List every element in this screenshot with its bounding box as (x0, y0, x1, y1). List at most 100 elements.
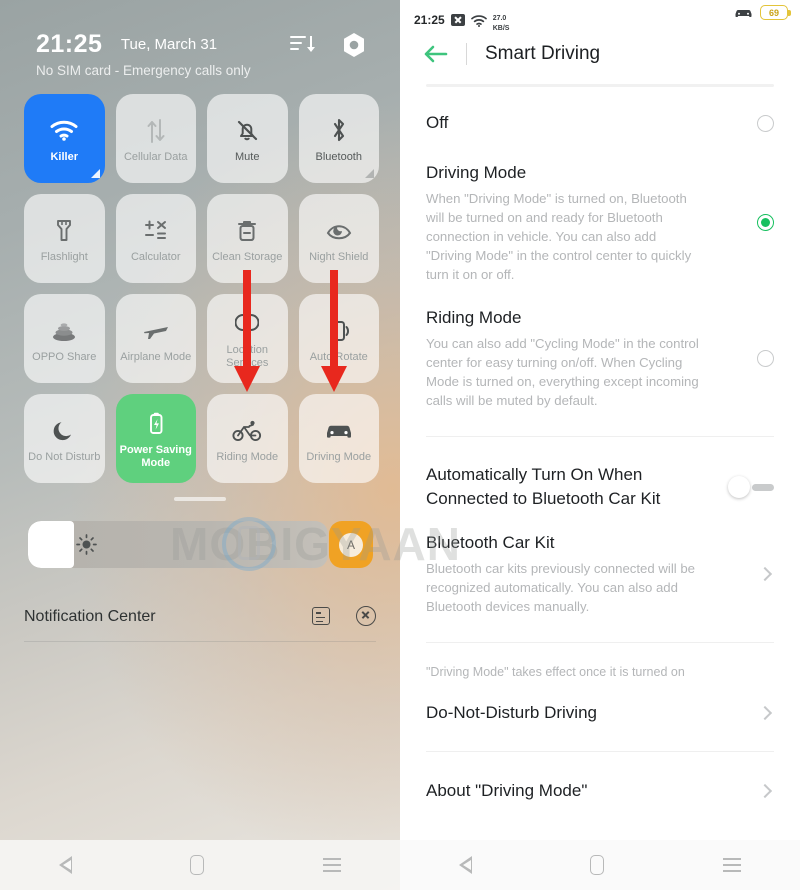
tile-mute[interactable]: Mute (207, 94, 288, 183)
sim-status-label: No SIM card - Emergency calls only (36, 63, 251, 78)
tile-label: Clean Storage (212, 250, 283, 263)
screenshot-root: 21:25 Tue, March 31 No SIM card - Emerge… (0, 0, 800, 890)
wifi-icon (470, 14, 487, 27)
auto-brightness-label: A (339, 532, 363, 557)
clear-all-icon[interactable] (356, 606, 376, 626)
control-center-status: 21:25 Tue, March 31 No SIM card - Emerge… (36, 30, 374, 90)
link-title: Do-Not-Disturb Driving (426, 703, 597, 722)
option-radio-off[interactable] (757, 114, 774, 132)
tile-do-not-disturb[interactable]: Do Not Disturb (24, 394, 105, 483)
tile-label: Mute (235, 150, 260, 163)
option-row-off[interactable]: Off (400, 87, 800, 161)
brightness-slider[interactable] (28, 521, 328, 568)
nav-home-icon[interactable] (190, 855, 205, 875)
tile-driving-mode[interactable]: Driving Mode (298, 394, 379, 483)
tile-label: Night Shield (309, 250, 369, 263)
mute-bell-icon (235, 114, 259, 148)
control-center-panel: 21:25 Tue, March 31 No SIM card - Emerge… (0, 0, 400, 890)
link-row-dnd-driving[interactable]: Do-Not-Disturb Driving (400, 679, 800, 751)
header-separator (466, 43, 467, 65)
annotation-arrow-riding (234, 270, 260, 392)
brightness-fill (28, 521, 74, 568)
brightness-icon (76, 534, 97, 555)
setting-row-bluetooth-car-kit[interactable]: Bluetooth Car Kit Bluetooth car kits pre… (400, 531, 800, 642)
flashlight-icon (54, 214, 74, 248)
cellular-data-icon (145, 114, 167, 148)
page-title: Smart Driving (485, 43, 601, 64)
wifi-icon (50, 114, 78, 148)
option-title: Driving Mode (426, 163, 527, 182)
option-radio-driving-mode[interactable] (757, 214, 774, 231)
nav-back-icon[interactable] (459, 856, 473, 874)
sort-icon[interactable] (290, 36, 316, 54)
setting-row-auto-turn-on[interactable]: Automatically Turn On When Connected to … (400, 437, 800, 531)
smart-driving-settings-panel: 21:25 27.0 KB/S 69 Smart Driving Off Dri… (400, 0, 800, 890)
nav-home-icon[interactable] (590, 855, 605, 875)
option-description: You can also add "Cycling Mode" in the c… (426, 336, 699, 408)
setting-description: Bluetooth car kits previously connected … (426, 561, 696, 614)
nav-recents-icon[interactable] (322, 858, 341, 872)
trash-clean-icon (236, 214, 258, 248)
tile-label: Killer (50, 150, 78, 163)
notification-divider (24, 641, 376, 642)
tile-oppo-share[interactable]: OPPO Share (24, 294, 105, 383)
option-description: When "Driving Mode" is turned on, Blueto… (426, 191, 692, 282)
tile-label: Calculator (130, 250, 181, 263)
back-arrow-icon[interactable] (422, 42, 450, 66)
tile-label: Do Not Disturb (28, 450, 101, 463)
battery-bolt-icon (147, 407, 165, 441)
oppo-share-icon (50, 314, 78, 348)
date-label: Tue, March 31 (120, 36, 218, 53)
calculator-icon (143, 214, 169, 248)
setting-title: Bluetooth Car Kit (426, 533, 555, 552)
option-title: Riding Mode (426, 308, 522, 327)
tile-flashlight[interactable]: Flashlight (24, 194, 105, 283)
page-header: Smart Driving (400, 28, 800, 80)
battery-level: 69 (768, 7, 779, 18)
network-speed-value: 27.0 (492, 15, 507, 22)
tile-label: Driving Mode (306, 450, 372, 463)
control-center-top-icons (290, 32, 366, 58)
notification-center-header: Notification Center (24, 602, 376, 638)
option-row-riding-mode[interactable]: Riding Mode You can also add "Cycling Mo… (400, 306, 800, 436)
car-icon (324, 414, 354, 448)
clock: 21:25 (36, 30, 103, 58)
tile-label: Airplane Mode (120, 350, 192, 363)
tile-label: Bluetooth (315, 150, 362, 163)
auto-turn-on-toggle[interactable] (728, 476, 774, 498)
driving-mode-note: "Driving Mode" takes effect once it is t… (426, 665, 685, 679)
option-row-driving-mode[interactable]: Driving Mode When "Driving Mode" is turn… (400, 161, 800, 306)
nav-recents-icon[interactable] (722, 858, 741, 872)
night-shield-icon (326, 214, 352, 248)
no-sim-icon (450, 13, 465, 26)
chevron-right-icon (757, 566, 773, 581)
tile-killer[interactable]: Killer (24, 94, 105, 183)
option-radio-riding-mode[interactable] (757, 349, 774, 367)
tile-bluetooth[interactable]: Bluetooth (298, 94, 379, 183)
link-title: About "Driving Mode" (426, 781, 588, 800)
gear-icon[interactable] (342, 32, 366, 58)
bluetooth-icon (329, 114, 349, 148)
tile-calculator[interactable]: Calculator (115, 194, 196, 283)
tile-corner-flag (365, 169, 374, 178)
toggle-track (752, 484, 774, 491)
status-time: 21:25 (414, 12, 445, 27)
status-bar: 21:25 27.0 KB/S 69 (400, 0, 800, 32)
nav-back-icon[interactable] (59, 856, 73, 874)
tile-airplane-mode[interactable]: Airplane Mode (115, 294, 196, 383)
tile-cellular-data[interactable]: Cellular Data (115, 94, 196, 183)
tile-label: Power Saving Mode (119, 444, 192, 469)
right-nav-bar (400, 840, 800, 890)
battery-indicator: 69 (760, 5, 791, 20)
notification-manage-icon[interactable] (312, 607, 330, 625)
link-row-about-driving-mode[interactable]: About "Driving Mode" (400, 752, 800, 829)
panel-drag-handle[interactable] (174, 497, 226, 501)
bicycle-icon (232, 414, 262, 448)
tile-power-saving-mode[interactable]: Power Saving Mode (115, 394, 196, 483)
chevron-right-icon (757, 783, 773, 799)
tile-label: Cellular Data (123, 150, 188, 163)
tile-riding-mode[interactable]: Riding Mode (207, 394, 288, 483)
tile-label: Riding Mode (216, 450, 279, 463)
auto-brightness-button[interactable]: A (329, 521, 373, 568)
tile-label: OPPO Share (32, 350, 97, 363)
